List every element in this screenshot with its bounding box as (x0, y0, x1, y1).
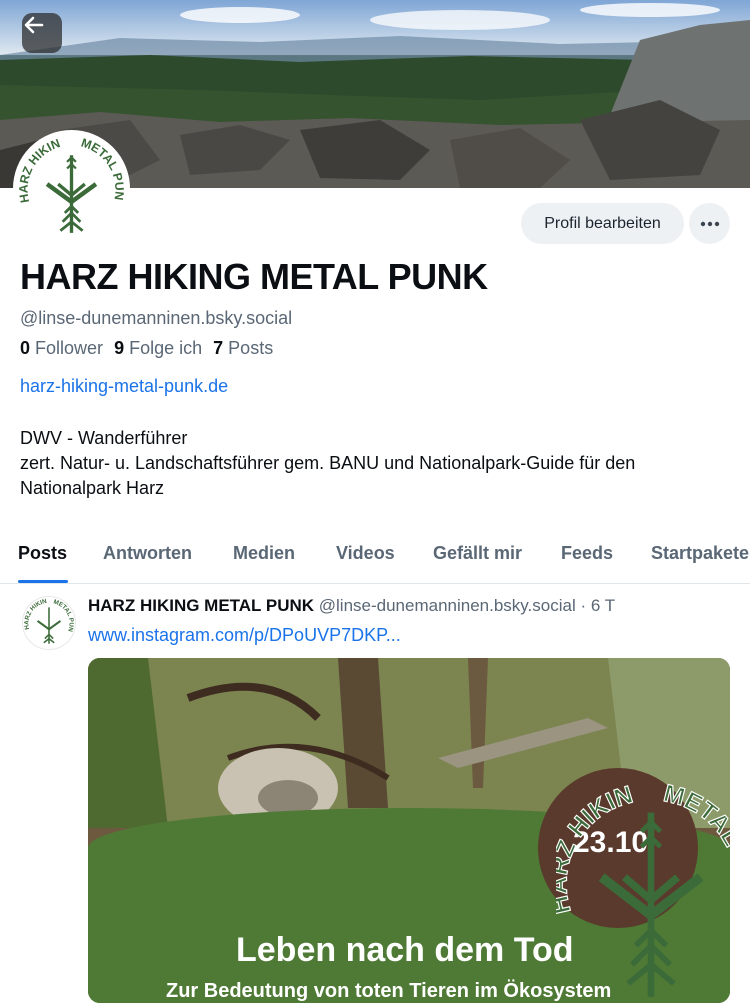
profile-display-name: HARZ HIKING METAL PUNK (20, 256, 488, 297)
tab-medien[interactable]: Medien (233, 528, 295, 583)
more-options-button[interactable] (689, 203, 730, 244)
bio-line: DWV - Wanderführer (20, 428, 188, 448)
tab-startpakete[interactable]: Startpakete (651, 528, 749, 583)
back-button[interactable] (22, 13, 62, 53)
profile-avatar[interactable]: HARZ HIKING METAL PUNK (13, 130, 130, 247)
followers-label: Follower (35, 338, 104, 358)
active-tab-indicator (18, 580, 68, 583)
tab-antworten[interactable]: Antworten (103, 528, 192, 583)
harz-hiking-metal-punk-logo: HARZ HIKING METAL PUNK (23, 597, 75, 644)
profile-tabs: Posts Antworten Medien Videos Gefällt mi… (0, 528, 750, 584)
post-header: HARZ HIKING METAL PUNK @linse-dunemannin… (88, 596, 615, 616)
harz-hiking-metal-punk-logo: HARZ HIKING METAL PUNK (16, 133, 127, 242)
image-subtitle: Zur Bedeutung von toten Tieren im Ökosys… (166, 980, 612, 1002)
tab-posts[interactable]: Posts (18, 528, 67, 583)
arrow-left-icon (24, 16, 44, 34)
post-time[interactable]: 6 T (591, 596, 615, 615)
followers-stat[interactable]: 0 Follower (20, 338, 103, 359)
ellipsis-icon (700, 221, 719, 226)
profile-handle: @linse-dunemanninen.bsky.social (20, 308, 293, 328)
profile-bio: DWV - Wanderführer zert. Natur- u. Lands… (20, 426, 730, 501)
image-title: Leben nach dem Tod (236, 931, 574, 969)
following-label: Folge ich (129, 338, 203, 358)
harz-hiking-metal-punk-logo: HARZ HIKING METAL PUNK (556, 778, 730, 997)
posts-stat: 7 Posts (213, 338, 273, 359)
tab-feeds[interactable]: Feeds (561, 528, 613, 583)
followers-count: 0 (20, 338, 31, 358)
following-stat[interactable]: 9 Folge ich (114, 338, 202, 359)
posts-count: 7 (213, 338, 224, 358)
posts-label: Posts (228, 338, 274, 358)
profile-website-link[interactable]: harz-hiking-metal-punk.de (20, 376, 228, 397)
post-author-name[interactable]: HARZ HIKING METAL PUNK (88, 596, 314, 615)
post-author-handle[interactable]: @linse-dunemanninen.bsky.social (319, 596, 576, 615)
post-image[interactable]: 23.10 Leben nach dem Tod Zur Bedeutung v… (88, 658, 730, 1003)
bio-line: zert. Natur- u. Landschaftsführer gem. B… (20, 453, 636, 498)
tab-videos[interactable]: Videos (336, 528, 395, 583)
post-separator: · (580, 596, 587, 615)
post-author-avatar[interactable]: HARZ HIKING METAL PUNK (22, 596, 76, 650)
profile-stats: 0 Follower 9 Folge ich 7 Posts (20, 338, 273, 359)
post-external-link[interactable]: www.instagram.com/p/DPoUVP7DKP... (88, 625, 401, 646)
tab-gefaellt-mir[interactable]: Gefällt mir (433, 528, 522, 583)
edit-profile-button[interactable]: Profil bearbeiten (521, 203, 684, 244)
following-count: 9 (114, 338, 125, 358)
